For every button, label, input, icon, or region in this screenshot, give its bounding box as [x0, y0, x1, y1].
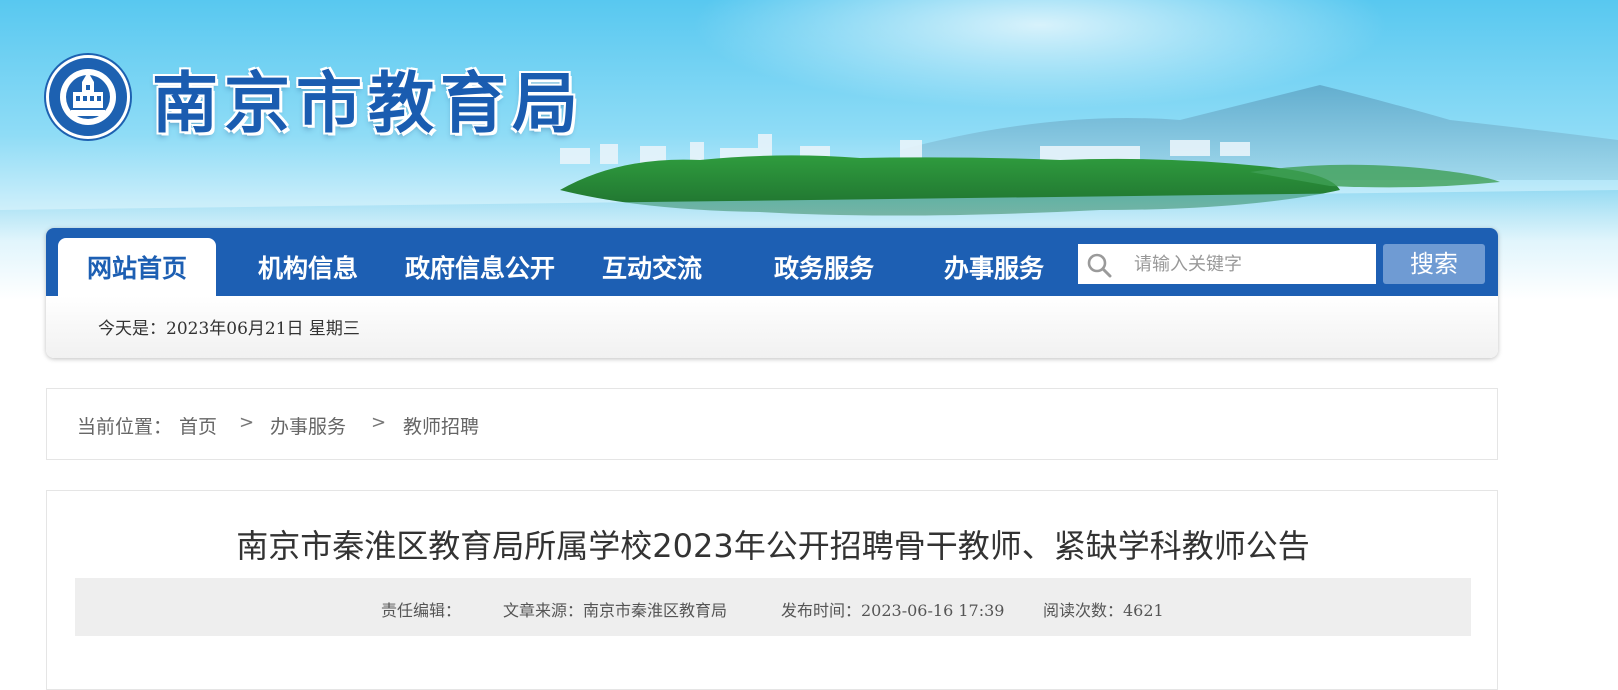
meta-published: 发布时间：2023-06-16 17:39 [781, 601, 1005, 620]
nanjing-education-emblem-icon [46, 55, 130, 139]
search-button[interactable]: 搜索 [1383, 244, 1485, 284]
breadcrumb-item-affairs-services[interactable]: 办事服务 [270, 412, 346, 439]
breadcrumb-separator: > [239, 412, 255, 433]
breadcrumb-item-teacher-recruitment[interactable]: 教师招聘 [403, 412, 479, 439]
search-icon [1087, 253, 1112, 278]
nav-item-interaction[interactable]: 互动交流 [572, 238, 732, 296]
nav-item-gov-info[interactable]: 政府信息公开 [390, 238, 570, 296]
nav-item-gov-services[interactable]: 政务服务 [744, 238, 904, 296]
site-title: 南京市教育局 [152, 64, 584, 142]
nav-item-affairs-services[interactable]: 办事服务 [914, 238, 1074, 296]
meta-views: 阅读次数：4621 [1043, 601, 1164, 620]
search-box [1078, 244, 1376, 284]
article-title: 南京市秦淮区教育局所属学校2023年公开招聘骨干教师、紧缺学科教师公告 [236, 527, 1310, 565]
breadcrumb: 当前位置： 首页 > 办事服务 > 教师招聘 [46, 388, 1498, 460]
breadcrumb-label: 当前位置： [77, 416, 173, 438]
meta-source: 文章来源：南京市秦淮区教育局 [503, 601, 728, 620]
nav-panel: 网站首页 机构信息 政府信息公开 互动交流 政务服务 办事服务 搜索 今天是：2… [46, 228, 1498, 358]
current-date: 今天是：2023年06月21日 星期三 [98, 319, 360, 339]
article-meta-bar: 责任编辑： 文章来源：南京市秦淮区教育局 发布时间：2023-06-16 17:… [75, 578, 1471, 636]
breadcrumb-separator: > [371, 412, 387, 433]
article: 南京市秦淮区教育局所属学校2023年公开招聘骨干教师、紧缺学科教师公告 责任编辑… [46, 490, 1498, 690]
nav-item-home[interactable]: 网站首页 [58, 238, 216, 296]
breadcrumb-item-home[interactable]: 首页 [179, 412, 217, 439]
main-navigation: 网站首页 机构信息 政府信息公开 互动交流 政务服务 办事服务 搜索 [46, 228, 1498, 296]
meta-editor: 责任编辑： [381, 601, 462, 620]
emblem-graphic [60, 69, 116, 125]
search-input[interactable] [1130, 244, 1374, 284]
nav-item-organization[interactable]: 机构信息 [228, 238, 388, 296]
date-bar: 今天是：2023年06月21日 星期三 [46, 296, 1498, 358]
